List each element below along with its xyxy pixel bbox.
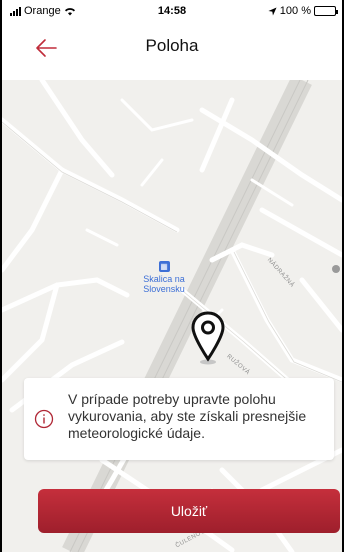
map-view[interactable]: ▦ Skalica na Slovensku NÁDRAŽNÁ RUŽOVÁ Č… xyxy=(2,80,342,552)
map-roads xyxy=(2,80,342,552)
carrier-name: Orange xyxy=(24,5,61,17)
status-bar: Orange 14:58 100 % xyxy=(2,0,342,22)
train-icon: ▦ xyxy=(158,261,170,272)
carrier-group: Orange xyxy=(10,5,76,17)
location-pin[interactable] xyxy=(190,310,226,366)
app-screen: Orange 14:58 100 % Poloha ▦ Skalica na S… xyxy=(2,0,342,552)
battery-percent: 100 % xyxy=(279,5,311,17)
save-button[interactable]: Uložiť xyxy=(38,489,340,533)
battery-group: 100 % xyxy=(268,5,338,17)
train-station-marker[interactable]: ▦ Skalica na Slovensku xyxy=(134,256,194,294)
wifi-icon xyxy=(64,7,75,15)
location-arrow-icon xyxy=(268,6,277,16)
station-label: Skalica na Slovensku xyxy=(143,274,185,294)
page-title: Poloha xyxy=(145,36,199,55)
info-card: V prípade potreby upravte polohu vykurov… xyxy=(24,378,334,460)
signal-icon xyxy=(10,6,21,16)
map-pin-icon xyxy=(191,311,225,365)
nav-bar: Poloha xyxy=(2,22,342,78)
info-icon xyxy=(34,409,54,429)
battery-icon xyxy=(314,6,338,16)
info-message: V prípade potreby upravte polohu vykurov… xyxy=(68,391,307,441)
